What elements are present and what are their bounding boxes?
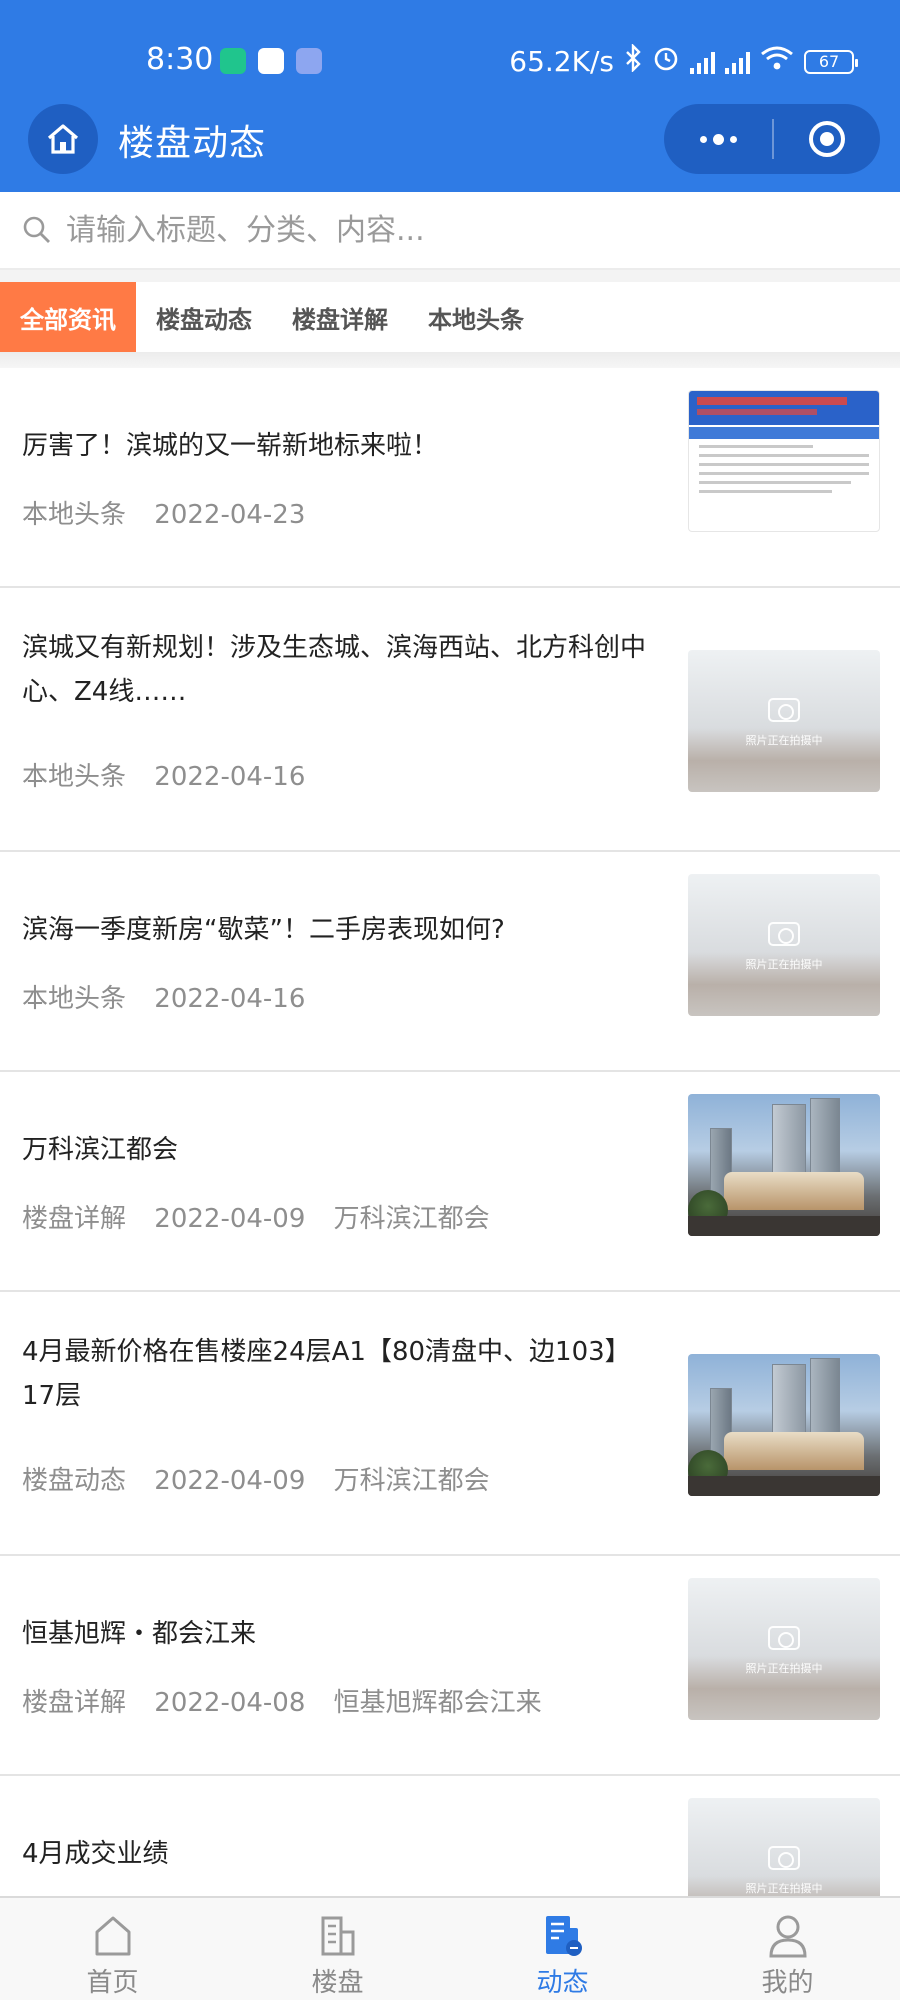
article-project: 万科滨江都会 bbox=[333, 1466, 490, 1496]
list-item[interactable]: 滨城又有新规划！涉及生态城、滨海西站、北方科创中心、Z4线…… 本地头条 202… bbox=[0, 588, 900, 852]
search-icon bbox=[23, 216, 50, 243]
page-title: 楼盘动态 bbox=[118, 123, 267, 164]
article-date: 2022-04-08 bbox=[154, 1688, 306, 1718]
article-category: 楼盘详解 bbox=[22, 1204, 127, 1234]
app-icon bbox=[296, 48, 322, 74]
article-meta: 楼盘详解 2022-04-09 万科滨江都会 bbox=[22, 1198, 510, 1235]
article-category: 楼盘详解 bbox=[22, 1688, 127, 1718]
article-thumbnail: 照片正在拍摄中 bbox=[688, 1578, 880, 1720]
target-icon bbox=[809, 121, 845, 157]
category-tabs: 全部资讯 楼盘动态 楼盘详解 本地头条 bbox=[0, 282, 900, 352]
article-thumbnail: 照片正在拍摄中 bbox=[688, 650, 880, 792]
divider bbox=[0, 352, 900, 368]
list-item[interactable]: 恒基旭辉・都会江来 楼盘详解 2022-04-08 恒基旭辉都会江来 照片正在拍… bbox=[0, 1556, 900, 1776]
article-date: 2022-04-16 bbox=[154, 762, 306, 792]
placeholder-caption: 照片正在拍摄中 bbox=[745, 958, 823, 971]
article-thumbnail: 照片正在拍摄中 bbox=[688, 874, 880, 1016]
article-date: 2022-04-09 bbox=[154, 1204, 306, 1234]
bottom-nav-label: 首页 bbox=[86, 1968, 139, 1998]
article-thumbnail bbox=[688, 1354, 880, 1496]
bottom-nav-label: 楼盘 bbox=[311, 1968, 364, 1998]
camera-icon bbox=[768, 1846, 800, 1870]
bottom-nav-news[interactable]: 动态 bbox=[450, 1898, 675, 2000]
more-button[interactable] bbox=[664, 104, 772, 174]
article-list: 厉害了！滨城的又一崭新地标来啦！ 本地头条 2022-04-23 滨城又有新规划… bbox=[0, 368, 900, 1940]
tab-local-headlines[interactable]: 本地头条 bbox=[408, 282, 544, 352]
divider bbox=[0, 270, 900, 282]
placeholder-caption: 照片正在拍摄中 bbox=[745, 734, 823, 747]
camera-icon bbox=[768, 922, 800, 946]
header: 8:30 65.2K/s 67 楼盘动态 bbox=[0, 0, 900, 192]
list-item[interactable]: 4月最新价格在售楼座24层A1【80清盘中、边103】17层 楼盘动态 2022… bbox=[0, 1292, 900, 1556]
battery-icon: 67 bbox=[804, 49, 858, 74]
article-title: 滨城又有新规划！涉及生态城、滨海西站、北方科创中心、Z4线…… bbox=[22, 633, 647, 707]
placeholder-caption: 照片正在拍摄中 bbox=[745, 1882, 823, 1895]
network-speed: 65.2K/s bbox=[509, 45, 614, 78]
article-meta: 本地头条 2022-04-16 bbox=[22, 978, 325, 1015]
article-thumbnail bbox=[688, 390, 880, 532]
placeholder-caption: 照片正在拍摄中 bbox=[745, 1662, 823, 1675]
article-category: 楼盘动态 bbox=[22, 1466, 127, 1496]
article-date: 2022-04-23 bbox=[154, 500, 306, 530]
hd-signal-icon bbox=[725, 50, 750, 74]
article-date: 2022-04-09 bbox=[154, 1466, 306, 1496]
baidu-icon bbox=[258, 48, 284, 74]
camera-icon bbox=[768, 698, 800, 722]
article-category: 本地头条 bbox=[22, 762, 127, 792]
bottom-nav-label: 动态 bbox=[536, 1968, 589, 1998]
home-icon bbox=[95, 1916, 131, 1956]
article-title: 4月成交业绩 bbox=[22, 1839, 169, 1869]
status-time: 8:30 bbox=[146, 42, 214, 77]
hd-signal-icon bbox=[690, 50, 715, 74]
alarm-icon bbox=[652, 44, 680, 79]
bottom-nav-home[interactable]: 首页 bbox=[0, 1898, 225, 2000]
article-meta: 楼盘详解 2022-04-08 恒基旭辉都会江来 bbox=[22, 1682, 562, 1719]
list-item[interactable]: 滨海一季度新房“歇菜”！二手房表现如何? 本地头条 2022-04-16 照片正… bbox=[0, 852, 900, 1072]
search-input[interactable] bbox=[66, 212, 846, 248]
article-title: 万科滨江都会 bbox=[22, 1135, 179, 1165]
user-icon bbox=[769, 1915, 807, 1958]
list-item[interactable]: 4月成交业绩 照片正在拍摄中 bbox=[0, 1776, 900, 1940]
bottom-nav-label: 我的 bbox=[761, 1968, 814, 1998]
tab-project-news[interactable]: 楼盘动态 bbox=[136, 282, 272, 352]
article-date: 2022-04-16 bbox=[154, 984, 306, 1014]
status-right: 65.2K/s 67 bbox=[509, 43, 858, 79]
article-thumbnail bbox=[688, 1094, 880, 1236]
article-category: 本地头条 bbox=[22, 500, 127, 530]
camera-icon bbox=[768, 1626, 800, 1650]
building-icon bbox=[321, 1916, 355, 1956]
article-meta: 楼盘动态 2022-04-09 万科滨江都会 bbox=[22, 1460, 510, 1497]
article-meta: 本地头条 2022-04-23 bbox=[22, 494, 325, 531]
article-meta: 本地头条 2022-04-16 bbox=[22, 756, 325, 793]
article-title: 滨海一季度新房“歇菜”！二手房表现如何? bbox=[22, 915, 505, 945]
home-button[interactable] bbox=[28, 104, 98, 174]
bottom-nav-buildings[interactable]: 楼盘 bbox=[225, 1898, 450, 2000]
capsule-menu bbox=[664, 104, 880, 174]
list-item[interactable]: 万科滨江都会 楼盘详解 2022-04-09 万科滨江都会 bbox=[0, 1072, 900, 1292]
article-title: 4月最新价格在售楼座24层A1【80清盘中、边103】17层 bbox=[22, 1337, 631, 1411]
close-button[interactable] bbox=[774, 104, 880, 174]
status-bar: 8:30 65.2K/s 67 bbox=[0, 0, 900, 110]
tab-all[interactable]: 全部资讯 bbox=[0, 282, 136, 352]
search-bar bbox=[0, 192, 900, 270]
article-category: 本地头条 bbox=[22, 984, 127, 1014]
article-title: 厉害了！滨城的又一崭新地标来啦！ bbox=[22, 431, 439, 461]
bottom-nav-profile[interactable]: 我的 bbox=[675, 1898, 900, 2000]
article-project: 恒基旭辉都会江来 bbox=[333, 1688, 542, 1718]
news-icon bbox=[546, 1916, 582, 1956]
shield-app-icon bbox=[220, 48, 246, 74]
article-title: 恒基旭辉・都会江来 bbox=[22, 1619, 257, 1649]
bluetooth-icon bbox=[624, 43, 642, 79]
bottom-tab-bar: 首页 楼盘 动态 我的 bbox=[0, 1896, 900, 2000]
home-icon bbox=[47, 124, 79, 154]
tab-project-detail[interactable]: 楼盘详解 bbox=[272, 282, 408, 352]
article-project: 万科滨江都会 bbox=[333, 1204, 490, 1234]
wifi-icon bbox=[760, 45, 794, 78]
list-item[interactable]: 厉害了！滨城的又一崭新地标来啦！ 本地头条 2022-04-23 bbox=[0, 368, 900, 588]
